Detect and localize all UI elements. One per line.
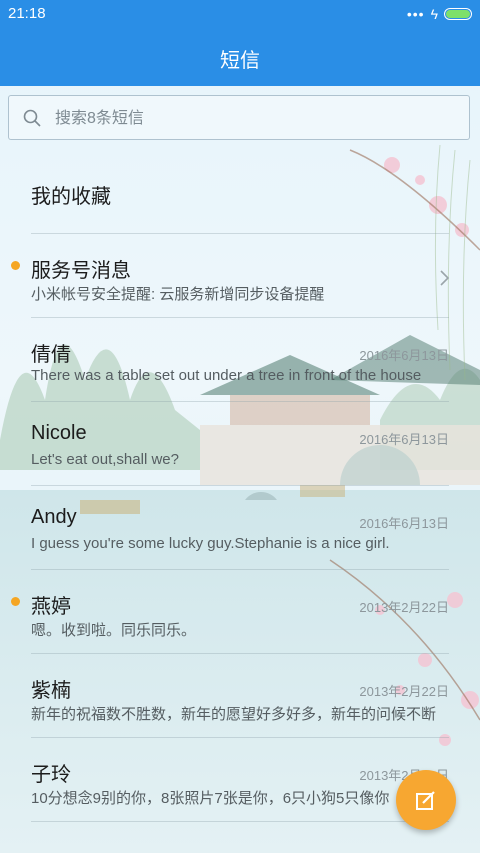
search-box[interactable]	[8, 95, 470, 140]
conversation-item[interactable]: 紫楠 2013年2月22日 新年的祝福数不胜数，新年的愿望好多好多，新年的问候不…	[0, 654, 480, 738]
conversation-preview: There was a table set out under a tree i…	[31, 367, 422, 384]
conversation-name: 燕婷	[31, 596, 71, 618]
notification-dots-icon: •••	[406, 6, 425, 22]
conversation-item[interactable]: 倩倩 2016年6月13日 There was a table set out …	[0, 318, 480, 402]
status-time: 21:18	[8, 5, 46, 22]
app-bar: 短信	[0, 30, 480, 86]
conversation-date: 2016年6月13日	[359, 348, 449, 363]
conversation-date: 2016年6月13日	[359, 432, 449, 447]
compose-button[interactable]	[396, 770, 456, 830]
conversation-item[interactable]: 燕婷 2013年2月22日 嗯。收到啦。同乐同乐。	[0, 570, 480, 654]
divider	[31, 821, 449, 822]
conversation-name: 服务号消息	[31, 260, 131, 282]
conversation-name: Nicole	[31, 422, 87, 444]
page-title: 短信	[220, 50, 260, 72]
conversation-date: 2013年2月22日	[359, 600, 449, 615]
conversation-item[interactable]: Nicole 2016年6月13日 Let's eat out,shall we…	[0, 402, 480, 486]
charging-icon: ϟ	[430, 6, 438, 22]
conversation-name: 倩倩	[31, 344, 71, 366]
conversation-preview: 新年的祝福数不胜数，新年的愿望好多好多，新年的问候不断	[31, 706, 437, 723]
conversation-preview: 小米帐号安全提醒: 云服务新增同步设备提醒	[31, 286, 325, 303]
battery-icon	[444, 8, 472, 20]
unread-dot	[11, 261, 20, 270]
conversation-date: 2013年2月22日	[359, 684, 449, 699]
chevron-right-icon	[440, 270, 449, 286]
compose-icon	[416, 791, 435, 810]
conversation-date: 2016年6月13日	[359, 516, 449, 531]
status-bar: 21:18 ••• ϟ	[0, 0, 480, 30]
status-icons: ••• ϟ	[407, 6, 472, 22]
conversation-preview: I guess you're some lucky guy.Stephanie …	[31, 535, 390, 552]
service-messages-item[interactable]: 服务号消息 小米帐号安全提醒: 云服务新增同步设备提醒	[0, 234, 480, 318]
search-input[interactable]	[53, 104, 457, 134]
conversation-name: 紫楠	[31, 680, 71, 702]
conversation-preview: 嗯。收到啦。同乐同乐。	[31, 622, 197, 639]
conversation-preview: Let's eat out,shall we?	[31, 451, 179, 468]
unread-dot	[11, 597, 20, 606]
search-icon	[23, 109, 41, 127]
favorites-item[interactable]: 我的收藏	[0, 150, 480, 234]
favorites-label: 我的收藏	[31, 186, 111, 208]
conversation-name: Andy	[31, 506, 77, 528]
conversation-preview: 10分想念9别的你，8张照片7张是你，6只小狗5只像你	[31, 790, 390, 807]
conversation-item[interactable]: Andy 2016年6月13日 I guess you're some luck…	[0, 486, 480, 570]
conversation-name: 子玲	[31, 764, 71, 786]
